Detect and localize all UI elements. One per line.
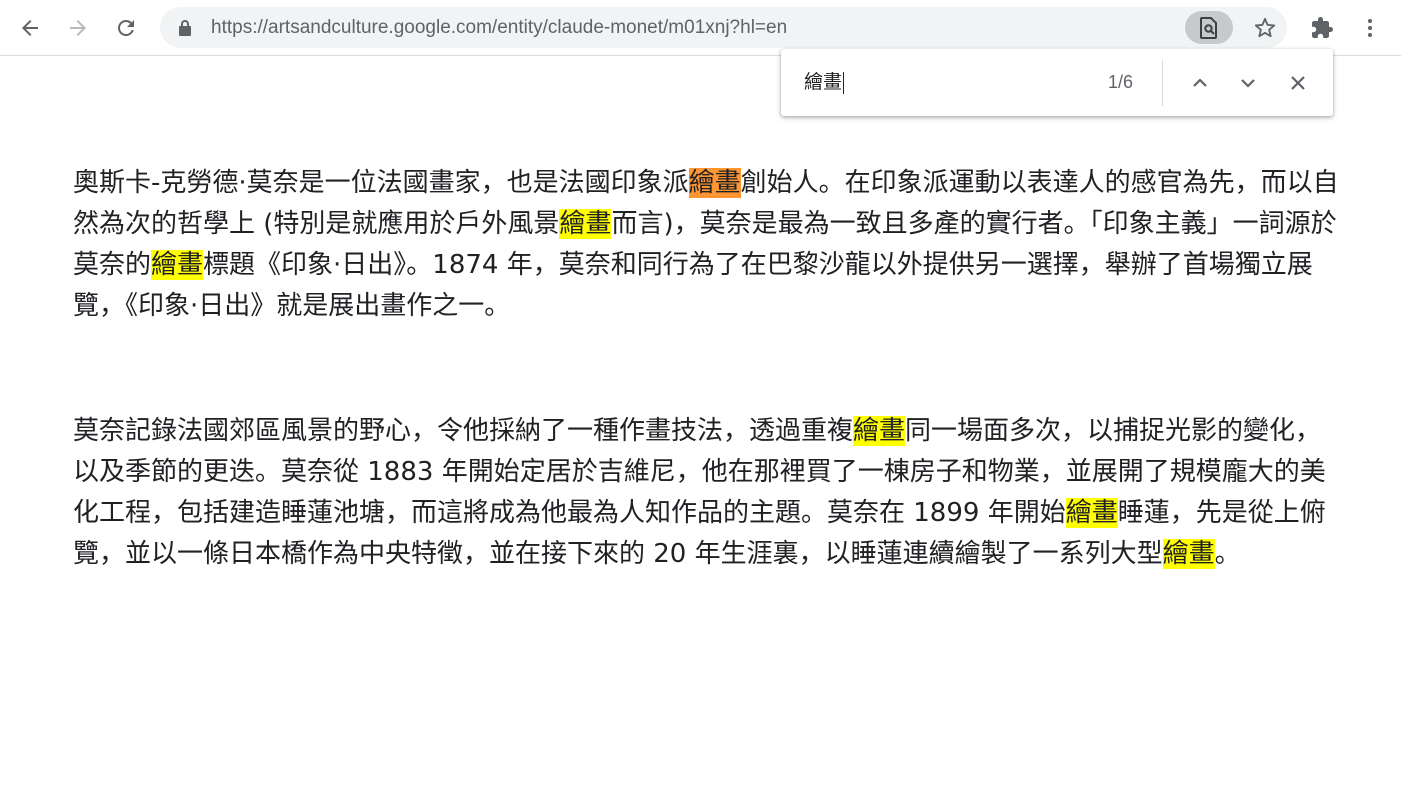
close-icon [1291,76,1305,90]
url-text[interactable]: https://artsandculture.google.com/entity… [211,7,787,48]
kebab-menu-icon [1368,19,1372,37]
extensions-button[interactable] [1302,8,1342,48]
paragraph-text: 標題《印象·日出》。1874 年，莫奈和同行為了在巴黎沙龍以外提供另一選擇，舉辦… [73,250,1313,321]
find-next-button[interactable] [1232,67,1264,99]
chevron-down-icon [1241,79,1255,88]
article-paragraph: 奧斯卡-克勞德·莫奈是一位法國畫家，也是法國印象派繪畫創始人。在印象派運動以表達… [73,163,1343,327]
article-body: 奧斯卡-克勞德·莫奈是一位法國畫家，也是法國印象派繪畫創始人。在印象派運動以表達… [73,163,1343,575]
article-paragraph: 莫奈記錄法國郊區風景的野心，令他採納了一種作畫技法，透過重複繪畫同一場面多次，以… [73,411,1343,575]
text-caret [843,71,845,94]
find-match-active-highlight: 繪畫 [688,168,741,198]
address-bar[interactable]: https://artsandculture.google.com/entity… [160,7,1287,48]
find-match-highlight: 繪畫 [559,209,612,239]
chevron-up-icon [1193,78,1207,87]
browser-menu-button[interactable] [1350,8,1390,48]
find-match-highlight: 繪畫 [1065,498,1118,528]
find-query: 繪畫 [804,71,843,93]
paragraph-text: 奧斯卡-克勞德·莫奈是一位法國畫家，也是法國印象派 [73,168,689,198]
back-arrow-icon [22,20,38,36]
lock-icon [179,20,191,36]
reload-icon [118,20,134,36]
puzzle-icon [1312,17,1333,38]
find-input[interactable]: 繪畫 [804,67,845,97]
find-in-page-icon [1200,16,1217,39]
find-close-button[interactable] [1282,67,1314,99]
find-match-highlight: 繪畫 [1162,539,1215,569]
find-match-count: 1/6 [1108,72,1134,92]
find-in-page-button[interactable] [1185,11,1233,44]
forward-button[interactable] [58,8,98,48]
find-match-highlight: 繪畫 [853,416,906,446]
browser-toolbar: https://artsandculture.google.com/entity… [0,0,1401,56]
star-icon [1254,17,1275,37]
reload-button[interactable] [106,8,146,48]
paragraph-text: 莫奈記錄法國郊區風景的野心，令他採納了一種作畫技法，透過重複 [73,416,854,446]
bookmark-star-button[interactable] [1248,11,1281,44]
find-bar: 繪畫 1/6 [781,49,1333,116]
find-previous-button[interactable] [1184,67,1216,99]
paragraph-text: 。 [1214,539,1241,569]
find-match-highlight: 繪畫 [151,250,204,280]
find-divider [1162,60,1163,106]
back-button[interactable] [10,8,50,48]
forward-arrow-icon [70,20,86,36]
